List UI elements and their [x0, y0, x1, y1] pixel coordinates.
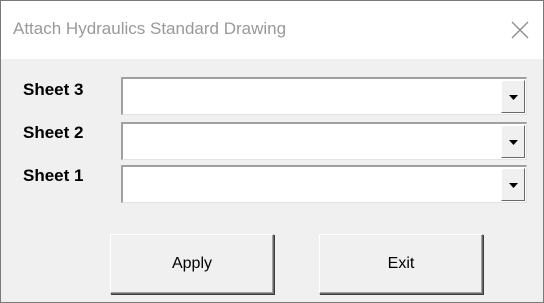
window-title: Attach Hydraulics Standard Drawing	[13, 19, 287, 38]
sheet-2-label: Sheet 2	[23, 123, 84, 142]
title-bar: Attach Hydraulics Standard Drawing	[1, 1, 543, 59]
close-button[interactable]	[497, 1, 543, 59]
sheet-2-combobox[interactable]	[121, 122, 527, 160]
sheet-1-combobox[interactable]	[121, 165, 527, 203]
apply-button[interactable]: Apply	[110, 234, 274, 294]
dropdown-arrow-icon	[509, 183, 518, 188]
sheet-2-dropdown-button[interactable]	[501, 125, 525, 158]
dropdown-arrow-icon	[509, 95, 518, 100]
sheet-3-label: Sheet 3	[23, 80, 84, 99]
apply-button-label: Apply	[171, 255, 213, 272]
exit-button[interactable]: Exit	[319, 234, 483, 294]
sheet-1-dropdown-button[interactable]	[501, 168, 525, 201]
exit-button-label: Exit	[387, 255, 415, 272]
sheet-3-dropdown-button[interactable]	[501, 80, 525, 113]
sheet-1-label: Sheet 1	[23, 166, 84, 185]
dialog-window: Attach Hydraulics Standard Drawing Sheet…	[0, 0, 544, 303]
dropdown-arrow-icon	[509, 140, 518, 145]
sheet-3-combobox[interactable]	[121, 77, 527, 115]
close-icon	[511, 21, 529, 39]
